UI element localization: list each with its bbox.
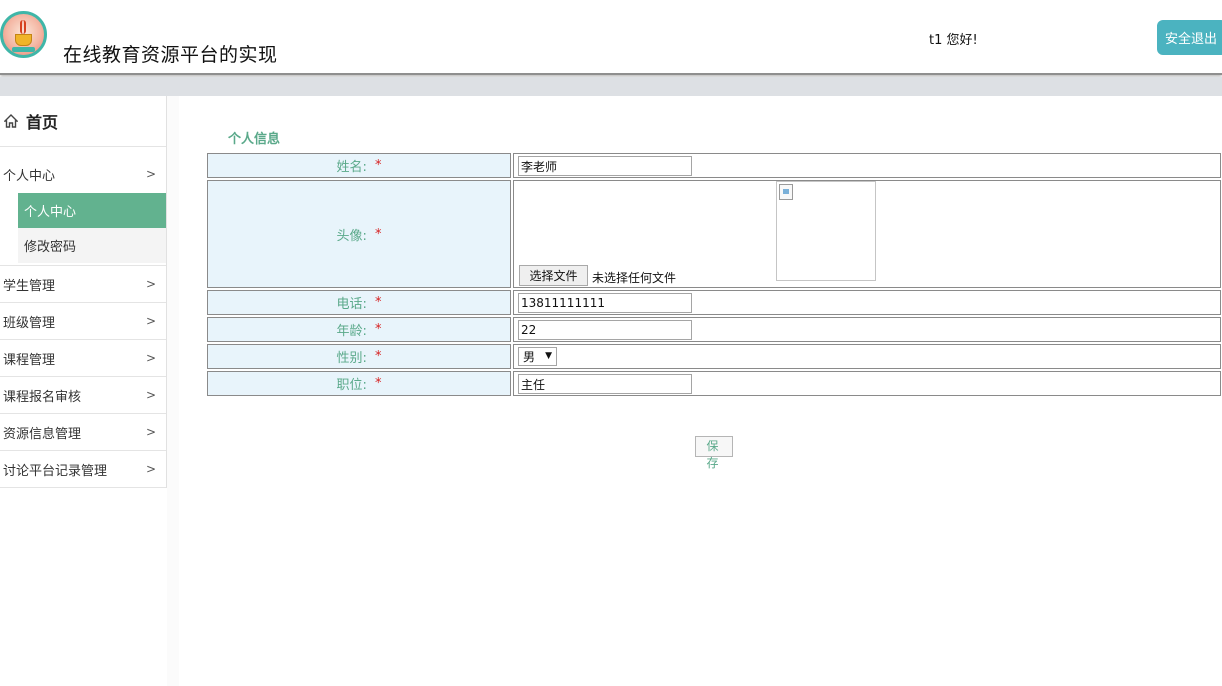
chevron-right-icon: > bbox=[145, 425, 156, 439]
field-label-text: 职位: bbox=[336, 378, 367, 393]
name-input[interactable] bbox=[518, 156, 692, 176]
sidebar-item-student-management[interactable]: 学生管理 > bbox=[0, 266, 166, 303]
choose-file-button[interactable]: 选择文件 bbox=[519, 265, 588, 286]
file-status-text: 未选择任何文件 bbox=[592, 271, 677, 285]
home-icon bbox=[4, 114, 18, 128]
form-row-age: 年龄: * bbox=[207, 317, 1222, 342]
age-input[interactable] bbox=[518, 320, 692, 340]
field-value-gender: 男 ▼ bbox=[513, 344, 1221, 369]
submenu-item-change-password[interactable]: 修改密码 bbox=[18, 228, 166, 263]
broken-image-icon bbox=[779, 184, 793, 200]
sidebar-item-label: 个人中心 bbox=[3, 168, 56, 184]
sidebar-item-label: 课程报名审核 bbox=[3, 389, 82, 405]
sidebar-item-label: 班级管理 bbox=[3, 315, 56, 331]
field-label-text: 姓名: bbox=[336, 160, 367, 175]
sidebar-home[interactable]: 首页 bbox=[0, 96, 166, 147]
required-mark: * bbox=[374, 158, 382, 173]
form-row-phone: 电话: * bbox=[207, 290, 1222, 315]
dropdown-arrow-icon: ▼ bbox=[545, 351, 552, 361]
gender-select[interactable]: 男 ▼ bbox=[518, 347, 557, 366]
sidebar-item-label: 学生管理 bbox=[3, 278, 56, 294]
form-row-name: 姓名: * bbox=[207, 153, 1222, 178]
sidebar: 首页 个人中心 > 个人中心 修改密码 学生管理 > 班级管理 > 课程管理 >… bbox=[0, 96, 167, 488]
field-label-gender: 性别: * bbox=[207, 344, 511, 369]
sidebar-item-label: 资源信息管理 bbox=[3, 426, 82, 442]
sidebar-item-resource-management[interactable]: 资源信息管理 > bbox=[0, 414, 166, 451]
field-value-age bbox=[513, 317, 1221, 342]
user-greeting: t1 您好! bbox=[929, 33, 978, 48]
submenu-item-personal-center[interactable]: 个人中心 bbox=[18, 193, 166, 228]
chevron-right-icon: > bbox=[145, 351, 156, 365]
sidebar-item-label: 课程管理 bbox=[3, 352, 56, 368]
required-mark: * bbox=[374, 376, 382, 391]
form-row-position: 职位: * bbox=[207, 371, 1222, 396]
field-label-position: 职位: * bbox=[207, 371, 511, 396]
field-label-text: 头像: bbox=[336, 228, 367, 244]
avatar-preview bbox=[776, 181, 876, 281]
site-title: 在线教育资源平台的实现 bbox=[63, 44, 278, 66]
chevron-right-icon: > bbox=[145, 167, 156, 181]
field-label-text: 电话: bbox=[336, 297, 367, 312]
gender-select-value: 男 bbox=[523, 350, 536, 364]
position-input[interactable] bbox=[518, 374, 692, 394]
sidebar-shadow bbox=[167, 96, 179, 686]
form-row-avatar: 头像: * 选择文件 未选择任何文件 bbox=[207, 180, 1222, 288]
field-label-phone: 电话: * bbox=[207, 290, 511, 315]
sidebar-home-label: 首页 bbox=[26, 113, 59, 132]
chevron-right-icon: > bbox=[145, 462, 156, 476]
field-label-name: 姓名: * bbox=[207, 153, 511, 178]
section-title: 个人信息 bbox=[228, 132, 281, 147]
sidebar-item-class-management[interactable]: 班级管理 > bbox=[0, 303, 166, 340]
save-button[interactable]: 保 存 bbox=[695, 436, 733, 470]
sidebar-item-course-management[interactable]: 课程管理 > bbox=[0, 340, 166, 377]
field-label-age: 年龄: * bbox=[207, 317, 511, 342]
form-row-gender: 性别: * 男 ▼ bbox=[207, 344, 1222, 369]
sidebar-item-enrollment-review[interactable]: 课程报名审核 > bbox=[0, 377, 166, 414]
field-value-avatar: 选择文件 未选择任何文件 bbox=[513, 180, 1221, 288]
chevron-right-icon: > bbox=[145, 314, 156, 328]
required-mark: * bbox=[374, 295, 382, 310]
logout-button[interactable]: 安全退出 bbox=[1157, 20, 1222, 55]
sidebar-item-discussion-management[interactable]: 讨论平台记录管理 > bbox=[0, 451, 166, 488]
submenu-personal-center: 个人中心 修改密码 bbox=[0, 193, 166, 266]
required-mark: * bbox=[374, 322, 382, 337]
top-header: 在线教育资源平台的实现 t1 您好! 安全退出 bbox=[0, 0, 1222, 75]
field-label-text: 年龄: bbox=[336, 324, 367, 339]
field-label-avatar: 头像: * bbox=[207, 180, 511, 288]
chevron-right-icon: > bbox=[145, 277, 156, 291]
sidebar-item-personal-center[interactable]: 个人中心 > bbox=[0, 147, 166, 193]
header-divider-strip bbox=[0, 77, 1222, 96]
phone-input[interactable] bbox=[518, 293, 692, 313]
field-value-position bbox=[513, 371, 1221, 396]
required-mark: * bbox=[374, 226, 382, 242]
sidebar-item-label: 讨论平台记录管理 bbox=[3, 463, 108, 479]
field-value-name bbox=[513, 153, 1221, 178]
required-mark: * bbox=[374, 349, 382, 364]
chevron-right-icon: > bbox=[145, 388, 156, 402]
field-value-phone bbox=[513, 290, 1221, 315]
field-label-text: 性别: bbox=[336, 351, 367, 366]
teacup-logo-icon bbox=[0, 11, 47, 58]
